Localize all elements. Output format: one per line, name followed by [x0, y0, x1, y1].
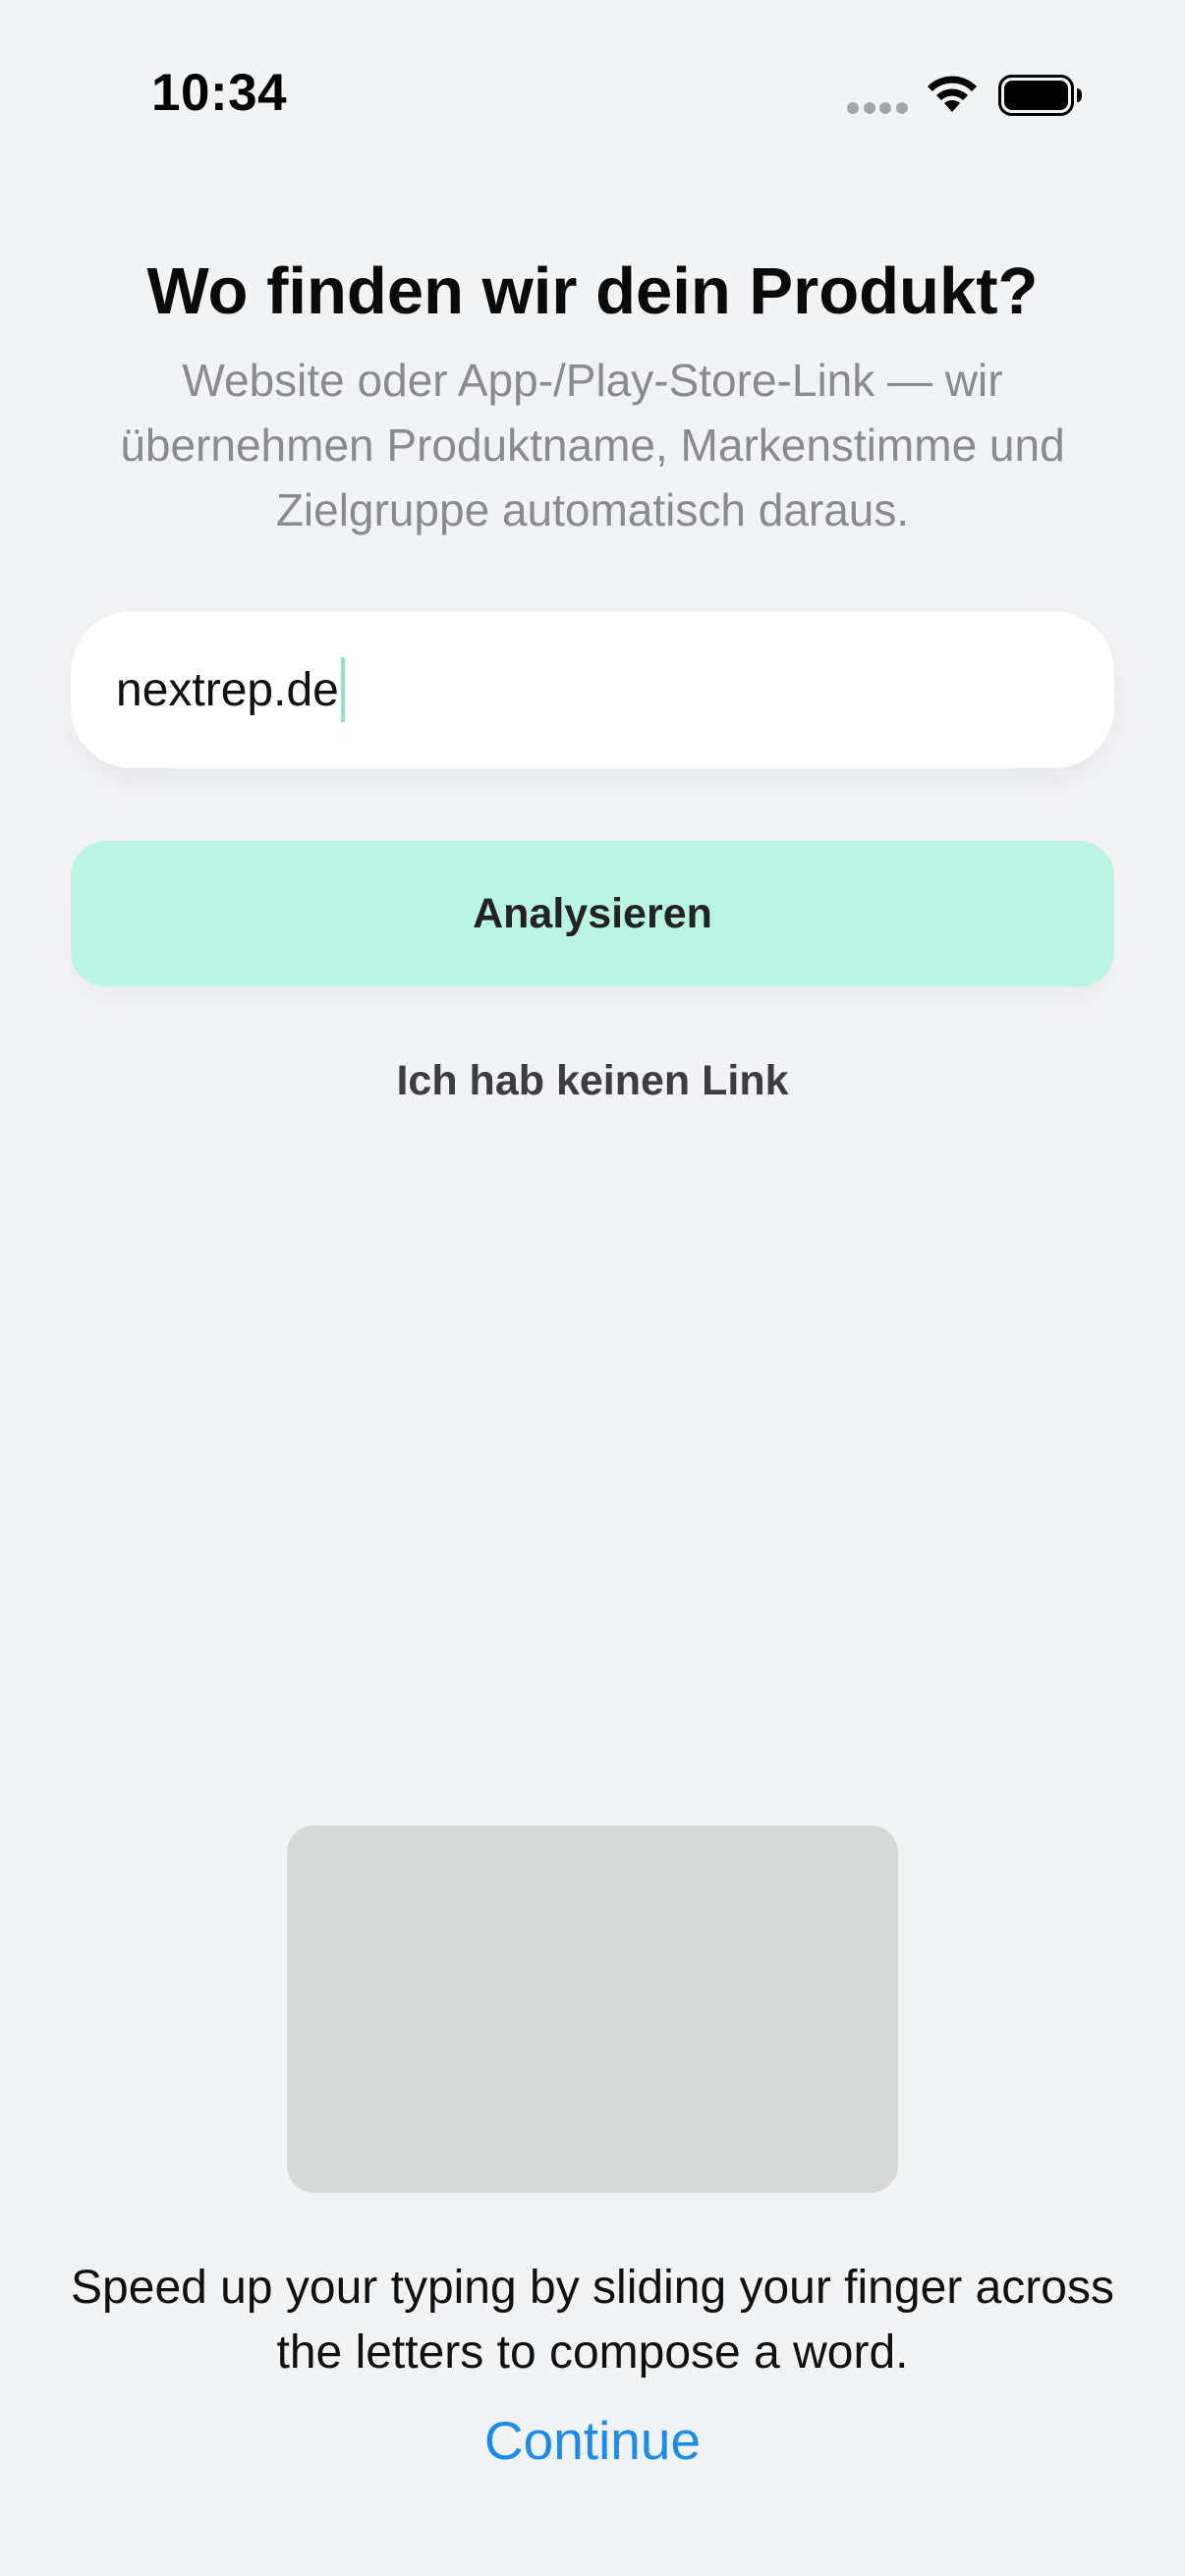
analyze-button[interactable]: Analysieren	[71, 841, 1114, 986]
url-input-value: nextrep.de	[116, 663, 339, 716]
status-bar: 10:34	[0, 0, 1185, 196]
page-subtitle: Website oder App-/Play-Store-Link — wir …	[120, 355, 1065, 535]
continue-button[interactable]: Continue	[0, 2409, 1185, 2472]
cellular-signal-icon	[847, 102, 908, 116]
keyboard-tip-text: Speed up your typing by sliding your fin…	[71, 2262, 1114, 2379]
page-title: Wo finden wir dein Produkt?	[146, 254, 1039, 328]
status-time: 10:34	[151, 64, 288, 122]
wifi-icon	[928, 76, 977, 112]
text-caret	[340, 657, 345, 722]
battery-icon	[998, 75, 1082, 116]
url-input-container[interactable]: nextrep.de	[71, 611, 1114, 768]
swipe-typing-illustration	[287, 1825, 898, 2193]
url-input[interactable]: nextrep.de	[116, 652, 345, 727]
no-link-button[interactable]: Ich hab keinen Link	[0, 1057, 1185, 1105]
